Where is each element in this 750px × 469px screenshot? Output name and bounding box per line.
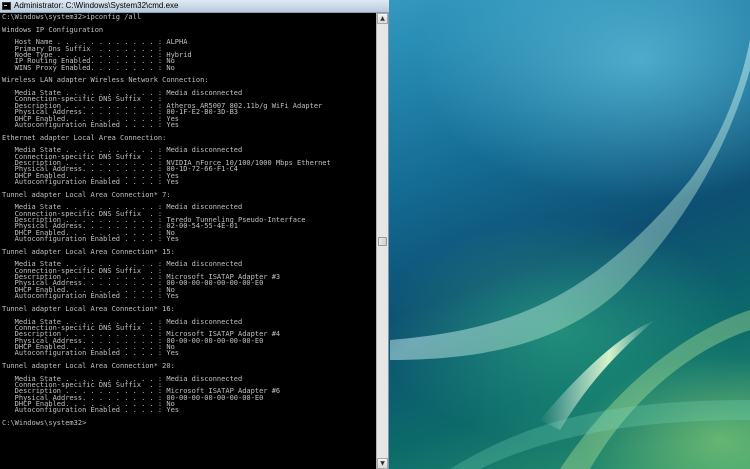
vertical-scrollbar[interactable]: ▲ ▼	[376, 13, 388, 469]
scrollbar-thumb[interactable]	[378, 237, 387, 246]
console-output[interactable]: C:\Windows\system32>ipconfig /all Windows…	[0, 13, 376, 469]
wallpaper-swoosh	[390, 40, 750, 469]
window-title: Administrator: C:\Windows\System32\cmd.e…	[14, 1, 179, 10]
chevron-up-icon[interactable]: ▲	[377, 13, 388, 24]
console-line: C:\Windows\system32>	[2, 419, 87, 427]
window-titlebar[interactable]: Administrator: C:\Windows\System32\cmd.e…	[0, 0, 389, 13]
cmd-window[interactable]: Administrator: C:\Windows\System32\cmd.e…	[0, 0, 389, 469]
cmd-icon[interactable]	[2, 2, 11, 10]
chevron-down-icon[interactable]: ▼	[377, 458, 388, 469]
